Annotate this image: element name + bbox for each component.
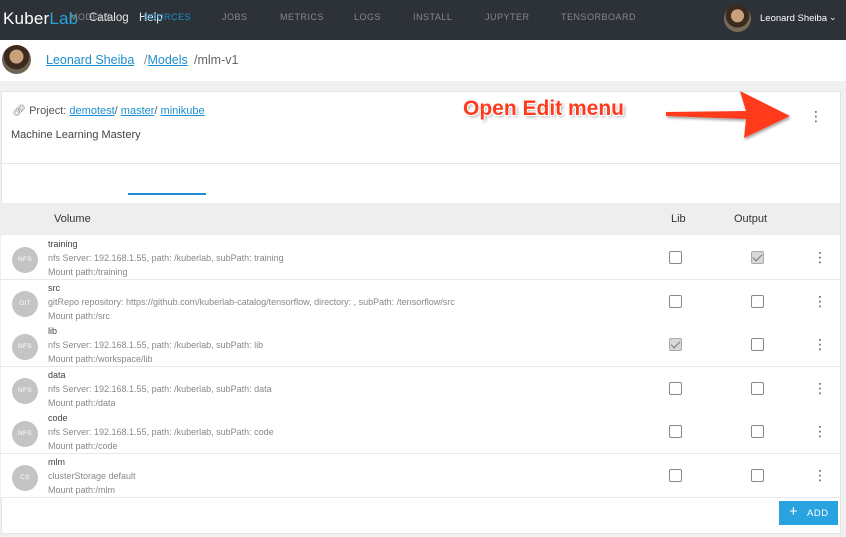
volume-mount-path: Mount path:/code	[48, 441, 118, 451]
output-checkbox[interactable]	[751, 469, 764, 482]
volume-info: clusterStorage default	[48, 471, 136, 481]
output-checkbox[interactable]	[751, 295, 764, 308]
volume-type-badge: NFS	[12, 421, 38, 447]
logo-text-kuber: Kuber	[3, 9, 50, 28]
tab-jobs[interactable]: JOBS	[222, 12, 248, 22]
output-checkbox[interactable]	[751, 382, 764, 395]
add-button-label: ADD	[807, 508, 829, 519]
cluster-link[interactable]: minikube	[161, 105, 205, 117]
tab-tensorboard[interactable]: TENSORBOARD	[561, 12, 636, 22]
lib-checkbox[interactable]	[669, 338, 682, 351]
volume-info: nfs Server: 192.168.1.55, path: /kuberla…	[48, 384, 272, 394]
project-label: Project:	[29, 105, 67, 117]
tab-bar	[0, 163, 840, 196]
table-row: NFS data nfs Server: 192.168.1.55, path:…	[1, 367, 840, 411]
table-row: NFS lib nfs Server: 192.168.1.55, path: …	[1, 323, 840, 367]
volume-mount-path: Mount path:/training	[48, 267, 128, 277]
column-header-lib: Lib	[671, 213, 686, 225]
lib-checkbox[interactable]	[669, 295, 682, 308]
kuberlab-logo[interactable]: KuberLab	[3, 9, 78, 29]
volume-type-badge: NFS	[12, 378, 38, 404]
output-checkbox[interactable]	[751, 251, 764, 264]
add-source-button[interactable]: + ADD	[779, 501, 838, 525]
user-avatar[interactable]	[724, 5, 751, 32]
annotation-label: Open Edit menu	[463, 97, 625, 120]
volume-mount-path: Mount path:/data	[48, 398, 116, 408]
table-row: NFS training nfs Server: 192.168.1.55, p…	[1, 236, 840, 280]
more-vert-icon[interactable]: ⋮	[813, 248, 827, 266]
table-row: GIT src gitRepo repository: https://gith…	[1, 280, 840, 324]
breadcrumb-models[interactable]: /Models	[144, 53, 188, 67]
user-name-menu[interactable]: Leonard Sheiba	[760, 13, 827, 24]
model-description: Machine Learning Mastery	[11, 129, 141, 141]
volume-mount-path: Mount path:/src	[48, 311, 111, 321]
more-vert-icon[interactable]: ⋮	[813, 379, 827, 397]
table-row: CS mlm clusterStorage default Mount path…	[1, 454, 840, 498]
table-header	[1, 203, 840, 235]
breadcrumb-current: /mlm-v1	[194, 53, 238, 67]
volume-info: nfs Server: 192.168.1.55, path: /kuberla…	[48, 340, 264, 350]
volume-info: nfs Server: 192.168.1.55, path: /kuberla…	[48, 427, 274, 437]
project-line: 🔗︎ Project: demotest/ master/ minikube	[12, 105, 205, 117]
tab-install[interactable]: INSTALL	[413, 12, 452, 22]
breadcrumb-current-label: mlm-v1	[197, 53, 239, 67]
volume-name: training	[48, 239, 78, 249]
more-vert-icon[interactable]: ⋮	[809, 107, 823, 125]
volume-type-badge: GIT	[12, 291, 38, 317]
table-row: NFS code nfs Server: 192.168.1.55, path:…	[1, 410, 840, 454]
more-vert-icon[interactable]: ⋮	[813, 292, 827, 310]
lib-checkbox[interactable]	[669, 469, 682, 482]
more-vert-icon[interactable]: ⋮	[813, 422, 827, 440]
chevron-down-icon[interactable]: ⌄	[829, 12, 837, 23]
volume-type-badge: NFS	[12, 334, 38, 360]
lib-checkbox[interactable]	[669, 382, 682, 395]
owner-avatar	[2, 45, 31, 74]
tab-logs[interactable]: LOGS	[354, 12, 381, 22]
more-vert-icon[interactable]: ⋮	[813, 335, 827, 353]
column-header-output: Output	[734, 213, 768, 225]
workspace-link[interactable]: demotest	[69, 105, 114, 117]
breadcrumb-owner[interactable]: Leonard Sheiba	[46, 53, 134, 67]
volume-type-badge: NFS	[12, 247, 38, 273]
volume-info: gitRepo repository: https://github.com/k…	[48, 297, 455, 307]
volume-name: mlm	[48, 457, 65, 467]
annotation-arrow-icon	[666, 91, 790, 138]
volume-name: data	[48, 370, 66, 380]
volume-mount-path: Mount path:/mlm	[48, 485, 116, 495]
output-checkbox[interactable]	[751, 425, 764, 438]
lib-checkbox[interactable]	[669, 251, 682, 264]
more-vert-icon[interactable]: ⋮	[813, 466, 827, 484]
breadcrumb-models-link[interactable]: Models	[147, 53, 187, 67]
column-header-volume: Volume	[54, 213, 91, 225]
output-checkbox[interactable]	[751, 338, 764, 351]
tab-jupyter[interactable]: JUPYTER	[485, 12, 530, 22]
volume-type-badge: CS	[12, 465, 38, 491]
link-icon: 🔗︎	[12, 105, 26, 117]
volume-mount-path: Mount path:/workspace/lib	[48, 354, 153, 364]
volume-info: nfs Server: 192.168.1.55, path: /kuberla…	[48, 253, 284, 263]
volume-name: lib	[48, 326, 58, 336]
tab-metrics[interactable]: METRICS	[280, 12, 324, 22]
lib-checkbox[interactable]	[669, 425, 682, 438]
tab-sources[interactable]: SOURCES	[143, 12, 191, 22]
breadcrumb-owner-link[interactable]: Leonard Sheiba	[46, 53, 134, 67]
active-tab-indicator	[128, 193, 206, 195]
volume-name: code	[48, 413, 68, 423]
tab-models[interactable]: MODELS	[70, 12, 111, 22]
volume-name: src	[48, 283, 60, 293]
branch-link[interactable]: master	[121, 105, 155, 117]
plus-icon: +	[789, 503, 799, 520]
